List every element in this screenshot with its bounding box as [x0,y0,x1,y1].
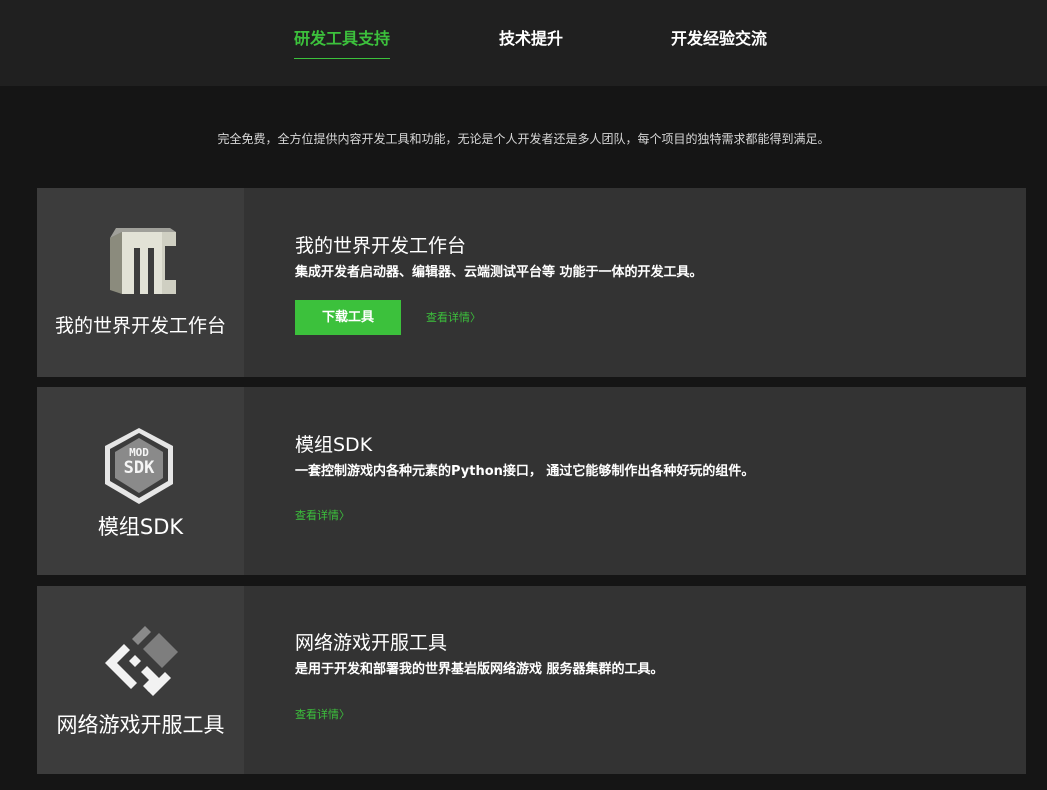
tool-card-mod-sdk: MOD SDK 模组SDK 模组SDK 一套控制游戏内各种元素的Python接口… [37,387,1026,575]
tab-tech-improve-label: 技术提升 [499,29,564,48]
card-logo-area: 我的世界开发工作台 [37,188,244,377]
mc-studio-description: 集成开发者启动器、编辑器、云端测试平台等 功能于一体的开发工具。 [295,265,703,280]
tab-tech-improve[interactable]: 技术提升 [499,28,563,50]
server-tool-logo-icon [105,626,178,696]
download-tool-button[interactable]: 下载工具 [295,300,401,335]
card-logo-area: 网络游戏开服工具 [37,586,244,774]
mod-sdk-description: 一套控制游戏内各种元素的Python接口， 通过它能够制作出各种好玩的组件。 [295,464,755,479]
server-tool-details-link[interactable]: 查看详情〉 [295,707,350,723]
mc-studio-details-link[interactable]: 查看详情〉 [426,310,481,326]
mc-studio-logo-caption: 我的世界开发工作台 [54,315,226,337]
tab-dev-experience[interactable]: 开发经验交流 [671,28,767,50]
server-tool-description: 是用于开发和部署我的世界基岩版网络游戏 服务器集群的工具。 [295,662,664,677]
mc-logo-icon [110,228,176,294]
mod-sdk-logo-icon: MOD SDK [105,428,173,504]
tool-card-server-tool: 网络游戏开服工具 网络游戏开服工具 是用于开发和部署我的世界基岩版网络游戏 服务… [37,586,1026,774]
mod-sdk-logo-caption: 模组SDK [97,515,184,539]
tab-dev-tools-label: 研发工具支持 [294,29,391,48]
mod-sdk-details-link[interactable]: 查看详情〉 [295,508,350,524]
svg-text:SDK: SDK [124,458,155,478]
server-tool-logo-caption: 网络游戏开服工具 [56,713,225,737]
top-nav: 研发工具支持 技术提升 开发经验交流 [0,0,1047,86]
active-tab-indicator [294,58,391,59]
section-tagline: 完全免费，全方位提供内容开发工具和功能，无论是个人开发者还是多人团队，每个项目的… [217,132,830,146]
tab-dev-experience-label: 开发经验交流 [671,29,768,48]
tab-dev-tools[interactable]: 研发工具支持 [294,28,391,59]
server-tool-title: 网络游戏开服工具 [295,632,448,654]
mc-studio-title: 我的世界开发工作台 [295,235,467,257]
tool-card-mc-studio: 我的世界开发工作台 我的世界开发工作台 集成开发者启动器、编辑器、云端测试平台等… [37,188,1026,377]
mod-sdk-title: 模组SDK [295,434,373,456]
card-logo-area: MOD SDK 模组SDK [37,387,244,575]
